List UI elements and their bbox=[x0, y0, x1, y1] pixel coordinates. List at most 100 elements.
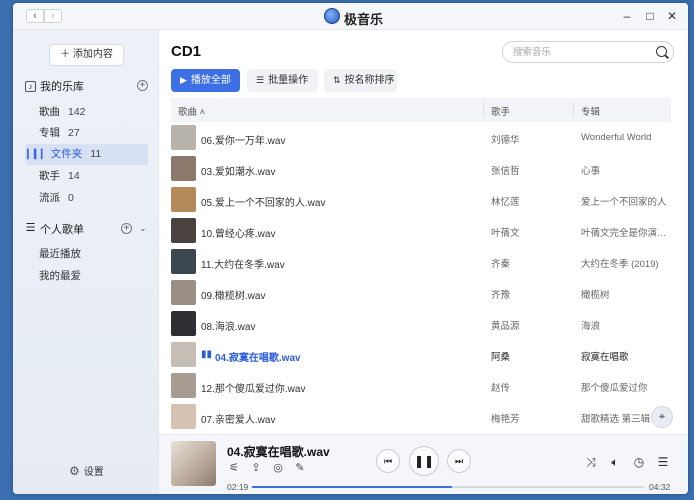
now-playing-cover[interactable] bbox=[171, 441, 216, 486]
add-content-button[interactable]: ＋ 添加内容 bbox=[49, 44, 124, 66]
sidebar-item-folders[interactable]: ▎▍▎ 文件夹 11 bbox=[25, 144, 148, 165]
song-album[interactable]: 心事 bbox=[581, 163, 669, 177]
table-row[interactable]: 05.爱上一个不回家的人.wav 林忆莲 爱上一个不回家的人 bbox=[171, 185, 671, 216]
sort-icon: ⇅ bbox=[333, 75, 341, 85]
app-logo-icon bbox=[324, 8, 340, 24]
timer-icon[interactable]: ◷ bbox=[632, 455, 646, 470]
song-artist[interactable]: 阿桑 bbox=[491, 349, 510, 363]
next-button[interactable]: ⏭ bbox=[447, 449, 471, 473]
sidebar-item-label: 文件夹 bbox=[50, 148, 83, 160]
song-album[interactable]: 寂寞在唱歌 bbox=[581, 349, 669, 363]
table-row[interactable]: 08.海浪.wav 黄品源 海浪 bbox=[171, 309, 671, 340]
song-cover-thumbnail bbox=[171, 249, 196, 274]
song-artist[interactable]: 齐秦 bbox=[491, 256, 510, 270]
maximize-button[interactable]: □ bbox=[643, 9, 657, 23]
sidebar-item-recent[interactable]: 最近播放 bbox=[25, 244, 148, 265]
song-album[interactable]: 橄榄树 bbox=[581, 287, 669, 301]
song-title: 08.海浪.wav bbox=[201, 322, 256, 333]
sort-label: 按名称排序 bbox=[344, 75, 395, 86]
table-row[interactable]: 06.爱你一万年.wav 刘德华 Wonderful World bbox=[171, 123, 671, 154]
add-playlist-icon[interactable]: + bbox=[121, 223, 132, 234]
song-artist[interactable]: 梅艳芳 bbox=[491, 411, 520, 425]
song-artist[interactable]: 林忆莲 bbox=[491, 194, 520, 208]
sidebar-item-artists[interactable]: 歌手 14 bbox=[25, 166, 148, 187]
sort-button[interactable]: ⇅ 按名称排序 bbox=[324, 69, 397, 92]
comment-icon[interactable]: ◎ bbox=[271, 461, 285, 474]
song-album[interactable]: 那个傻瓜爱过你 bbox=[581, 380, 669, 394]
next-icon: ⏭ bbox=[454, 456, 464, 466]
song-title: 09.橄榄树.wav bbox=[201, 291, 266, 302]
song-artist[interactable]: 叶蒨文 bbox=[491, 225, 520, 239]
playing-indicator-icon: ▮▮ bbox=[201, 349, 213, 360]
table-row[interactable]: 12.那个傻瓜爱过你.wav 赵传 那个傻瓜爱过你 bbox=[171, 371, 671, 402]
equalizer-settings-icon[interactable]: ⚟ bbox=[227, 461, 241, 474]
playlists-section-header[interactable]: ☰ 个人歌单 bbox=[25, 221, 84, 237]
page-title: CD1 bbox=[171, 43, 202, 60]
play-all-button[interactable]: ▶ 播放全部 bbox=[171, 69, 240, 92]
pause-button[interactable]: ❚❚ bbox=[409, 446, 439, 476]
equalizer-icon: ▎▍▎ bbox=[27, 149, 48, 159]
song-title: 04.寂寞在唱歌.wav bbox=[215, 353, 301, 364]
forward-button[interactable]: › bbox=[44, 9, 62, 23]
search-input[interactable] bbox=[513, 45, 643, 59]
library-section-header: ♪ 我的乐库 bbox=[25, 78, 84, 94]
song-album[interactable]: Wonderful World bbox=[581, 132, 669, 143]
column-header-album[interactable]: 专辑 bbox=[581, 104, 600, 118]
sidebar-item-count: 142 bbox=[68, 106, 86, 118]
sidebar-item-count: 14 bbox=[68, 170, 80, 182]
sidebar-item-albums[interactable]: 专辑 27 bbox=[25, 123, 148, 144]
table-row[interactable]: 09.橄榄树.wav 齐豫 橄榄树 bbox=[171, 278, 671, 309]
back-button[interactable]: ‹ bbox=[26, 9, 44, 23]
share-icon[interactable]: ⇪ bbox=[249, 461, 263, 474]
sidebar-item-songs[interactable]: 歌曲 142 bbox=[25, 102, 148, 123]
song-artist[interactable]: 刘德华 bbox=[491, 132, 520, 146]
gear-icon: ⚙ bbox=[69, 463, 80, 478]
column-song-label: 歌曲 bbox=[178, 107, 198, 118]
search-icon[interactable] bbox=[656, 46, 667, 57]
edit-icon[interactable]: ✎ bbox=[293, 461, 307, 474]
previous-icon: ⏮ bbox=[383, 456, 393, 466]
sidebar-item-label: 最近播放 bbox=[39, 248, 81, 260]
previous-button[interactable]: ⏮ bbox=[376, 449, 400, 473]
table-row[interactable]: 03.爱如潮水.wav 张信哲 心事 bbox=[171, 154, 671, 185]
column-divider bbox=[573, 102, 574, 118]
song-artist[interactable]: 齐豫 bbox=[491, 287, 510, 301]
song-artist[interactable]: 黄品源 bbox=[491, 318, 520, 332]
table-row[interactable]: 11.大约在冬季.wav 齐秦 大约在冬季 (2019) bbox=[171, 247, 671, 278]
column-header-song[interactable]: 歌曲 ˄ bbox=[178, 104, 205, 118]
table-row[interactable]: 10.曾经心疼.wav 叶蒨文 叶蒨文完全是你演唱会 bbox=[171, 216, 671, 247]
settings-button[interactable]: ⚙ 设置 bbox=[69, 463, 104, 479]
song-cover-thumbnail bbox=[171, 404, 196, 429]
current-time: 02:19 bbox=[227, 482, 249, 492]
table-row[interactable]: ▮▮ 04.寂寞在唱歌.wav 阿桑 寂寞在唱歌 bbox=[171, 340, 671, 371]
song-album[interactable]: 叶蒨文完全是你演唱会 bbox=[581, 225, 669, 239]
song-cover-thumbnail bbox=[171, 125, 196, 150]
batch-operation-button[interactable]: ☰ 批量操作 bbox=[247, 69, 318, 92]
sidebar-item-favorites[interactable]: 我的最爱 bbox=[25, 266, 148, 287]
shuffle-icon[interactable]: ⤨ bbox=[584, 455, 598, 470]
song-album[interactable]: 海浪 bbox=[581, 318, 669, 332]
table-header: 歌曲 ˄ 歌手 专辑 bbox=[171, 98, 671, 122]
column-header-artist[interactable]: 歌手 bbox=[491, 104, 510, 118]
sidebar-item-label: 歌手 bbox=[39, 170, 60, 182]
progress-bar[interactable] bbox=[252, 486, 644, 488]
minimize-button[interactable]: – bbox=[620, 9, 634, 23]
chevron-down-icon[interactable]: ⌄ bbox=[139, 223, 147, 234]
close-button[interactable]: ✕ bbox=[665, 9, 679, 23]
sidebar-item-genres[interactable]: 流派 0 bbox=[25, 188, 148, 209]
add-library-icon[interactable]: + bbox=[137, 80, 148, 91]
song-artist[interactable]: 赵传 bbox=[491, 380, 510, 394]
batch-label: 批量操作 bbox=[268, 75, 309, 86]
search-box[interactable] bbox=[502, 41, 674, 63]
song-cover-thumbnail bbox=[171, 156, 196, 181]
playlist-queue-icon[interactable]: ☰ bbox=[656, 455, 670, 470]
song-cover-thumbnail bbox=[171, 280, 196, 305]
song-title: 06.爱你一万年.wav bbox=[201, 136, 286, 147]
locate-current-icon[interactable]: ⌖ bbox=[651, 406, 673, 428]
song-album[interactable]: 大约在冬季 (2019) bbox=[581, 256, 669, 270]
table-row[interactable]: 07.亲密爱人.wav 梅艳芳 甜歌精选 第三辑 bbox=[171, 402, 671, 433]
volume-icon[interactable]: 🔈︎ bbox=[608, 455, 622, 470]
song-cover-thumbnail bbox=[171, 373, 196, 398]
song-artist[interactable]: 张信哲 bbox=[491, 163, 520, 177]
song-album[interactable]: 爱上一个不回家的人 bbox=[581, 194, 669, 208]
